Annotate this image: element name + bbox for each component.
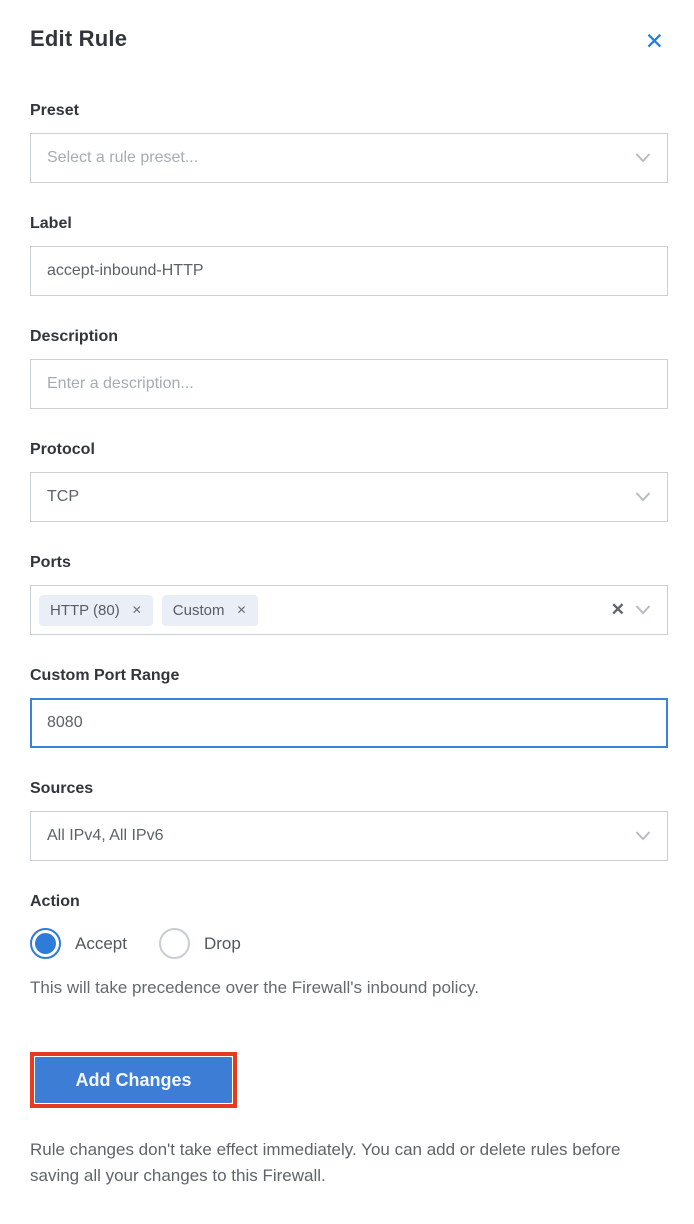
ports-controls: ✕ (611, 600, 651, 620)
label-label: Label (30, 215, 668, 233)
close-button[interactable]: ✕ (641, 28, 668, 55)
close-icon: ✕ (645, 28, 664, 54)
description-field: Description (30, 328, 668, 409)
chevron-down-icon (635, 153, 651, 163)
protocol-label: Protocol (30, 441, 668, 459)
chip-remove-icon[interactable]: ✕ (236, 604, 246, 616)
port-chip: Custom ✕ (162, 595, 258, 626)
preset-placeholder: Select a rule preset... (47, 149, 198, 167)
sources-label: Sources (30, 780, 668, 798)
action-helper-text: This will take precedence over the Firew… (30, 978, 668, 998)
page-title: Edit Rule (30, 26, 127, 52)
radio-drop-label: Drop (204, 934, 241, 954)
footer-note: Rule changes don't take effect immediate… (30, 1137, 668, 1188)
custom-port-range-field: Custom Port Range (30, 667, 668, 748)
port-chip-label: HTTP (80) (50, 602, 120, 619)
ports-multiselect[interactable]: HTTP (80) ✕ Custom ✕ ✕ (30, 585, 668, 635)
protocol-select[interactable]: TCP (30, 472, 668, 522)
label-field: Label (30, 215, 668, 296)
chevron-down-icon (635, 605, 651, 615)
radio-drop[interactable]: Drop (159, 928, 241, 959)
action-field: Action Accept Drop This will take preced… (30, 893, 668, 998)
port-chip-label: Custom (173, 602, 225, 619)
port-chip: HTTP (80) ✕ (39, 595, 153, 626)
protocol-field: Protocol TCP (30, 441, 668, 522)
add-changes-button[interactable]: Add Changes (35, 1057, 232, 1103)
sources-select[interactable]: All IPv4, All IPv6 (30, 811, 668, 861)
radio-accept[interactable]: Accept (30, 928, 127, 959)
chevron-down-icon (635, 831, 651, 841)
edit-rule-panel: Edit Rule ✕ Preset Select a rule preset.… (0, 0, 694, 1188)
custom-port-range-input[interactable] (30, 698, 668, 748)
radio-dot (35, 933, 56, 954)
ports-chips: HTTP (80) ✕ Custom ✕ (39, 595, 611, 626)
ports-label: Ports (30, 554, 668, 572)
protocol-value: TCP (47, 488, 79, 506)
description-label: Description (30, 328, 668, 346)
action-label: Action (30, 893, 668, 911)
preset-label: Preset (30, 102, 668, 120)
action-radio-group: Accept Drop (30, 928, 668, 959)
ports-field: Ports HTTP (80) ✕ Custom ✕ ✕ (30, 554, 668, 635)
sources-value: All IPv4, All IPv6 (47, 827, 164, 845)
clear-all-icon[interactable]: ✕ (611, 600, 625, 620)
panel-header: Edit Rule ✕ (30, 26, 668, 55)
preset-select[interactable]: Select a rule preset... (30, 133, 668, 183)
custom-port-range-label: Custom Port Range (30, 667, 668, 685)
description-input[interactable] (30, 359, 668, 409)
label-input[interactable] (30, 246, 668, 296)
chip-remove-icon[interactable]: ✕ (132, 604, 142, 616)
annotation-highlight: Add Changes (30, 1052, 237, 1108)
preset-field: Preset Select a rule preset... (30, 102, 668, 183)
radio-unselected-icon (159, 928, 190, 959)
radio-accept-label: Accept (75, 934, 127, 954)
sources-field: Sources All IPv4, All IPv6 (30, 780, 668, 861)
radio-selected-icon (30, 928, 61, 959)
chevron-down-icon (635, 492, 651, 502)
